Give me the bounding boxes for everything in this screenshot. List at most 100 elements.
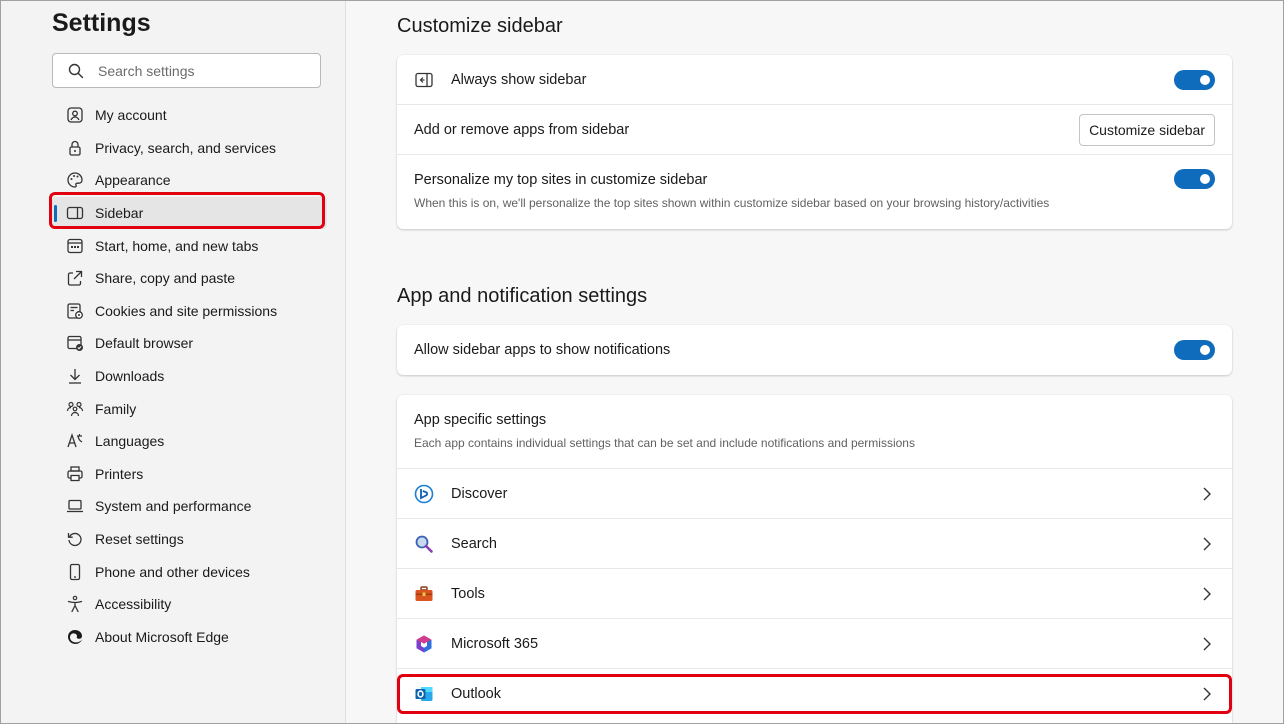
microsoft-365-icon (414, 634, 434, 654)
nav-item-label: About Microsoft Edge (95, 628, 229, 645)
nav-item-label: Family (95, 400, 137, 417)
app-row-microsoft-365[interactable]: Microsoft 365 (397, 619, 1232, 669)
add-remove-apps-row: Add or remove apps from sidebar Customiz… (397, 105, 1232, 155)
nav-item-label: Share, copy and paste (95, 270, 236, 287)
search-icon (67, 62, 85, 80)
chevron-right-icon (1202, 586, 1212, 602)
nav-list: My account Privacy, search, and services… (52, 99, 327, 653)
nav-item-label: Cookies and site permissions (95, 302, 278, 319)
nav-item-label: System and performance (95, 498, 252, 515)
accessibility-icon (66, 595, 84, 613)
nav-item-label: Default browser (95, 335, 194, 352)
personalize-top-sites-description: When this is on, we'll personalize the t… (414, 196, 1050, 210)
personalize-top-sites-label: Personalize my top sites in customize si… (414, 172, 708, 188)
printer-icon (66, 465, 84, 483)
app-label: Search (451, 535, 497, 552)
cookies-icon (66, 302, 84, 320)
customize-sidebar-heading: Customize sidebar (397, 15, 563, 37)
nav-item-system[interactable]: System and performance (52, 490, 327, 523)
nav-item-downloads[interactable]: Downloads (52, 360, 327, 393)
customize-sidebar-card: Always show sidebar Add or remove apps f… (397, 55, 1232, 229)
chevron-right-icon (1202, 536, 1212, 552)
nav-item-label: Accessibility (95, 596, 172, 613)
nav-item-family[interactable]: Family (52, 392, 327, 425)
nav-item-default-browser[interactable]: Default browser (52, 327, 327, 360)
app-label: Outlook (451, 686, 501, 702)
app-label: Tools (451, 585, 485, 602)
customize-sidebar-button[interactable]: Customize sidebar (1079, 113, 1215, 146)
nav-item-label: Start, home, and new tabs (95, 237, 259, 254)
notifications-card: Allow sidebar apps to show notifications (397, 325, 1232, 375)
nav-item-share[interactable]: Share, copy and paste (52, 262, 327, 295)
nav-item-cookies[interactable]: Cookies and site permissions (52, 295, 327, 328)
default-browser-icon (66, 334, 84, 352)
nav-item-phone[interactable]: Phone and other devices (52, 555, 327, 588)
app-row-search[interactable]: Search (397, 519, 1232, 569)
nav-item-label: Printers (95, 465, 144, 482)
app-label: Discover (451, 485, 508, 502)
nav-item-label: Appearance (95, 172, 171, 189)
sidebar-icon (66, 204, 84, 222)
chevron-right-icon (1202, 486, 1212, 502)
chevron-right-icon (1202, 686, 1212, 702)
allow-notifications-label: Allow sidebar apps to show notifications (414, 342, 671, 358)
settings-title: Settings (52, 9, 151, 37)
personalize-top-sites-row: Personalize my top sites in customize si… (397, 155, 1232, 229)
nav-item-privacy[interactable]: Privacy, search, and services (52, 132, 327, 165)
palette-icon (66, 171, 84, 189)
nav-item-label: My account (95, 107, 167, 124)
nav-item-label: Languages (95, 433, 165, 450)
app-label: Microsoft 365 (451, 635, 539, 652)
search-app-icon (414, 534, 434, 554)
download-icon (66, 367, 84, 385)
nav-item-reset[interactable]: Reset settings (52, 523, 327, 556)
home-tabs-icon (66, 237, 84, 255)
nav-item-languages[interactable]: Languages (52, 425, 327, 458)
app-notification-heading: App and notification settings (397, 285, 648, 307)
family-icon (66, 400, 84, 418)
always-show-sidebar-row: Always show sidebar (397, 55, 1232, 105)
always-show-sidebar-label: Always show sidebar (451, 71, 587, 88)
discover-icon (414, 484, 434, 504)
nav-item-accessibility[interactable]: Accessibility (52, 588, 327, 621)
nav-item-label: Reset settings (95, 531, 184, 548)
share-icon (66, 269, 84, 287)
nav-item-my-account[interactable]: My account (52, 99, 327, 132)
phone-icon (66, 563, 84, 581)
chevron-right-icon (1202, 636, 1212, 652)
nav-item-label: Privacy, search, and services (95, 139, 277, 156)
user-account-icon (66, 106, 84, 124)
personalize-top-sites-toggle[interactable] (1174, 169, 1215, 189)
nav-item-sidebar[interactable]: Sidebar (52, 196, 327, 230)
lock-icon (66, 139, 84, 157)
allow-notifications-toggle[interactable] (1174, 340, 1215, 360)
add-remove-apps-label: Add or remove apps from sidebar (414, 121, 630, 138)
search-input[interactable] (98, 62, 298, 79)
reset-icon (66, 530, 84, 548)
app-specific-title: App specific settings (414, 412, 547, 428)
app-row-discover[interactable]: Discover (397, 469, 1232, 519)
settings-nav: Settings My account Privacy, search, and… (1, 1, 346, 723)
sidebar-toggle-icon (414, 70, 434, 90)
main-content: Customize sidebar Always show sidebar Ad… (347, 1, 1282, 724)
allow-notifications-row: Allow sidebar apps to show notifications (397, 325, 1232, 375)
always-show-sidebar-toggle[interactable] (1174, 69, 1215, 90)
nav-item-appearance[interactable]: Appearance (52, 164, 327, 197)
nav-item-label: Downloads (95, 368, 165, 385)
nav-item-label: Phone and other devices (95, 563, 250, 580)
nav-item-printers[interactable]: Printers (52, 458, 327, 491)
edge-logo-icon (66, 628, 84, 646)
app-specific-header-row: App specific settings Each app contains … (397, 395, 1232, 469)
app-row-outlook[interactable]: Outlook (397, 669, 1232, 719)
app-specific-description: Each app contains individual settings th… (414, 436, 915, 450)
laptop-icon (66, 497, 84, 515)
toolbox-icon (414, 584, 434, 604)
nav-item-about[interactable]: About Microsoft Edge (52, 621, 327, 654)
nav-item-label: Sidebar (95, 205, 144, 222)
app-row-tools[interactable]: Tools (397, 569, 1232, 619)
app-specific-card: App specific settings Each app contains … (397, 395, 1232, 724)
nav-item-start-home[interactable]: Start, home, and new tabs (52, 229, 327, 262)
search-box[interactable] (52, 53, 321, 88)
outlook-icon (414, 684, 434, 704)
languages-icon (66, 432, 84, 450)
